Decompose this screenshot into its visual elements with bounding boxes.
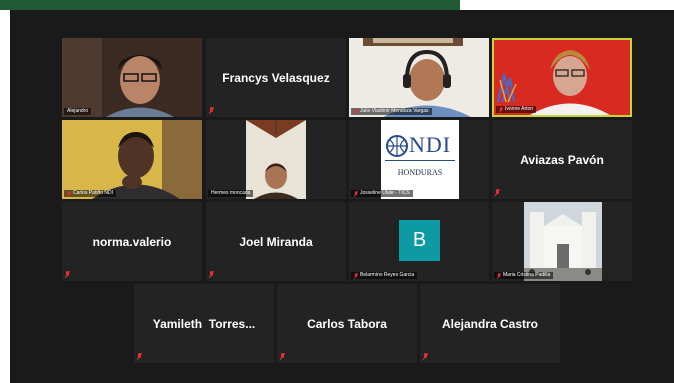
participant-name-label: Hermes moncada xyxy=(208,190,254,197)
participant-name: norma.valerio xyxy=(92,234,172,249)
participant-tile-alejandra-castro[interactable]: Alejandra Castro xyxy=(420,284,560,363)
mic-muted-icon xyxy=(354,190,358,197)
participant-tile-ivonne-arton[interactable]: Ivonne Arton xyxy=(492,38,632,117)
top-bar xyxy=(0,0,460,10)
mic-muted-icon xyxy=(423,353,428,360)
mic-muted-icon xyxy=(137,353,142,360)
mic-muted-icon xyxy=(209,271,214,278)
video-feed xyxy=(494,40,630,115)
participant-tile-maria-cristina-padilla[interactable]: Maria Cristina Padilla xyxy=(492,202,632,281)
ndi-logo: NDI HONDURAS xyxy=(381,120,459,199)
participant-tile-belarmino-reyes-garcia[interactable]: B Belarmino Reyes Garcia xyxy=(349,202,489,281)
mic-muted-icon xyxy=(354,108,358,115)
video-feed xyxy=(492,202,632,281)
ndi-country: HONDURAS xyxy=(397,168,443,177)
participant-name-label: Carlos Patiño NDI xyxy=(64,190,117,197)
participant-tile-hermes-moncada[interactable]: Hermes moncada xyxy=(206,120,346,199)
participant-name: Alejandra Castro xyxy=(441,316,539,331)
participant-tile-carlos-tabora[interactable]: Carlos Tabora xyxy=(277,284,417,363)
video-feed xyxy=(62,120,202,199)
avatar: B xyxy=(399,220,440,261)
participant-tile-francys-velasquez[interactable]: Francys Velasquez xyxy=(206,38,346,117)
video-gallery: Alejandro Francys Velasquez Julio Vladim… xyxy=(10,10,674,383)
participant-name-label: Ivonne Arton xyxy=(496,106,537,113)
mic-muted-icon xyxy=(497,272,501,279)
video-feed xyxy=(349,38,489,117)
participant-tile-norma-valerio[interactable]: norma.valerio xyxy=(62,202,202,281)
mic-muted-icon xyxy=(354,272,358,279)
participant-tile-yamileth-torres[interactable]: Yamileth Torres... xyxy=(134,284,274,363)
mic-muted-icon xyxy=(280,353,285,360)
participant-name: Carlos Tabora xyxy=(307,316,387,331)
mic-muted-icon xyxy=(209,107,214,114)
participant-name-label: Alejandro xyxy=(64,108,92,115)
video-feed xyxy=(206,120,346,199)
participant-name-label: Maria Cristina Padilla xyxy=(494,272,554,279)
participant-name: Yamileth Torres... xyxy=(152,316,256,331)
participant-tile-alejandro[interactable]: Alejandro xyxy=(62,38,202,117)
participant-tile-carlos-patino-ndi[interactable]: Carlos Patiño NDI xyxy=(62,120,202,199)
ndi-brand: NDI xyxy=(409,132,452,157)
participant-name-label: Julio Vladimir Mendoza Vargas xyxy=(351,108,432,115)
participant-tile-julio-vladimir-mendoza-vargas[interactable]: Julio Vladimir Mendoza Vargas xyxy=(349,38,489,117)
participant-name: Aviazas Pavón xyxy=(520,152,604,167)
participant-name-label: Josseline Ulate - TICS xyxy=(351,190,413,197)
mic-muted-icon xyxy=(499,106,503,113)
mic-muted-icon xyxy=(65,271,70,278)
participant-tile-aviazas-pavon[interactable]: Aviazas Pavón xyxy=(492,120,632,199)
participant-tile-joel-miranda[interactable]: Joel Miranda xyxy=(206,202,346,281)
participant-name: Joel Miranda xyxy=(239,234,313,249)
mic-muted-icon xyxy=(495,189,500,196)
video-feed xyxy=(62,38,202,117)
participant-name: Francys Velasquez xyxy=(222,70,330,85)
participant-tile-josseline-ulate-tics[interactable]: NDI HONDURAS Josseline Ulate - TICS xyxy=(349,120,489,199)
mic-muted-icon xyxy=(67,190,71,197)
participant-name-label: Belarmino Reyes Garcia xyxy=(351,272,418,279)
